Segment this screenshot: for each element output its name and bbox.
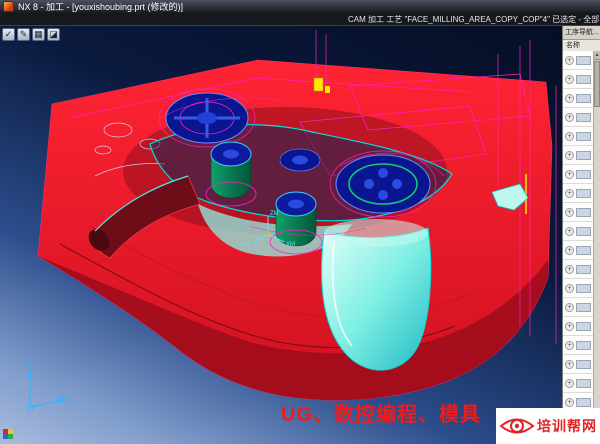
navigator-row[interactable]: +: [563, 317, 593, 336]
svg-text:XC: XC: [64, 399, 74, 406]
navigator-row-list: ++++++++++++++++++++: [563, 51, 593, 444]
operation-item-icon: [576, 189, 591, 198]
operation-item-icon: [576, 151, 591, 160]
center-pad: [280, 149, 320, 171]
navigator-row[interactable]: +: [563, 279, 593, 298]
operation-item-icon: [576, 322, 591, 331]
view-orientation-icon[interactable]: [3, 429, 13, 439]
tree-expand-icon[interactable]: +: [565, 284, 574, 293]
operation-item-icon: [576, 284, 591, 293]
nx-application-window: NX 8 - 加工 - [youxishoubing.prt (修改的)] CA…: [0, 0, 600, 444]
tree-expand-icon[interactable]: +: [565, 56, 574, 65]
operation-item-icon: [576, 132, 591, 141]
operation-item-icon: [576, 208, 591, 217]
operation-item-icon: [576, 113, 591, 122]
navigator-row[interactable]: +: [563, 374, 593, 393]
tree-expand-icon[interactable]: +: [565, 246, 574, 255]
edit-button[interactable]: ✎: [17, 28, 30, 41]
navigator-row[interactable]: +: [563, 165, 593, 184]
operation-item-icon: [576, 227, 591, 236]
navigator-row[interactable]: +: [563, 203, 593, 222]
scroll-up-icon[interactable]: ▲: [594, 51, 600, 60]
brand-logo: 培训帮网: [496, 408, 600, 444]
svg-text:YC: YC: [23, 363, 33, 370]
operation-item-icon: [576, 379, 591, 388]
tree-expand-icon[interactable]: +: [565, 132, 574, 141]
navigator-row[interactable]: +: [563, 298, 593, 317]
navigator-row[interactable]: +: [563, 127, 593, 146]
operation-item-icon: [576, 303, 591, 312]
operation-item-icon: [576, 170, 591, 179]
navigator-row[interactable]: +: [563, 184, 593, 203]
tree-expand-icon[interactable]: +: [565, 227, 574, 236]
navigator-row[interactable]: +: [563, 355, 593, 374]
tree-expand-icon[interactable]: +: [565, 75, 574, 84]
eye-icon: [499, 413, 535, 439]
navigator-row[interactable]: +: [563, 108, 593, 127]
svg-text:XM: XM: [286, 242, 295, 248]
navigator-row[interactable]: +: [563, 70, 593, 89]
cam-status-bar: CAM 加工 工艺 "FACE_MILLING_AREA_COPY_COP"4"…: [0, 13, 600, 26]
layout-button[interactable]: ▦: [32, 28, 45, 41]
operation-item-icon: [576, 75, 591, 84]
tree-expand-icon[interactable]: +: [565, 113, 574, 122]
tree-expand-icon[interactable]: +: [565, 303, 574, 312]
watermark-text: UG、数控编程、模具: [281, 398, 505, 427]
brand-name: 培训帮网: [537, 416, 597, 436]
navigator-row[interactable]: +: [563, 241, 593, 260]
window-title: NX 8 - 加工 - [youxishoubing.prt (修改的)]: [18, 0, 183, 13]
navigator-scrollbar[interactable]: ▲ ▼: [593, 51, 600, 444]
tree-expand-icon[interactable]: +: [565, 151, 574, 160]
svg-text:ZM: ZM: [270, 211, 279, 217]
cam-status-message: CAM 加工 工艺 "FACE_MILLING_AREA_COPY_COP"4"…: [348, 15, 600, 24]
tree-expand-icon[interactable]: +: [565, 265, 574, 274]
shade-mode-button[interactable]: ◪: [47, 28, 60, 41]
tree-expand-icon[interactable]: +: [565, 341, 574, 350]
tree-expand-icon[interactable]: +: [565, 94, 574, 103]
tree-expand-icon[interactable]: +: [565, 398, 574, 407]
tree-expand-icon[interactable]: +: [565, 322, 574, 331]
graphics-viewport[interactable]: ✓✎▦◪: [0, 26, 562, 444]
tree-expand-icon[interactable]: +: [565, 379, 574, 388]
operation-item-icon: [576, 56, 591, 65]
scrollbar-thumb[interactable]: [594, 61, 600, 107]
navigator-title: 工序导航...: [563, 26, 600, 40]
nx-app-icon: [3, 1, 14, 12]
navigator-row[interactable]: +: [563, 260, 593, 279]
wcs-triad: YC XC: [23, 363, 74, 411]
tree-expand-icon[interactable]: +: [565, 170, 574, 179]
navigator-row[interactable]: +: [563, 51, 593, 70]
tree-expand-icon[interactable]: +: [565, 208, 574, 217]
finish-sketch-button[interactable]: ✓: [2, 28, 15, 41]
tree-expand-icon[interactable]: +: [565, 360, 574, 369]
navigator-row[interactable]: +: [563, 146, 593, 165]
operation-item-icon: [576, 341, 591, 350]
operation-item-icon: [576, 360, 591, 369]
navigator-row[interactable]: +: [563, 222, 593, 241]
operation-item-icon: [576, 265, 591, 274]
navigator-row[interactable]: +: [563, 336, 593, 355]
3d-scene-canvas[interactable]: ZM XM YM YC XC: [0, 26, 562, 444]
operation-navigator-panel: 工序导航... 名称 ++++++++++++++++++++ ▲ ▼: [562, 26, 600, 444]
title-bar: NX 8 - 加工 - [youxishoubing.prt (修改的)]: [0, 0, 600, 13]
operation-item-icon: [576, 398, 591, 407]
viewport-toolbar: ✓✎▦◪: [2, 28, 60, 41]
tree-expand-icon[interactable]: +: [565, 189, 574, 198]
operation-item-icon: [576, 246, 591, 255]
operation-item-icon: [576, 94, 591, 103]
navigator-row[interactable]: +: [563, 89, 593, 108]
svg-text:YM: YM: [241, 243, 250, 249]
